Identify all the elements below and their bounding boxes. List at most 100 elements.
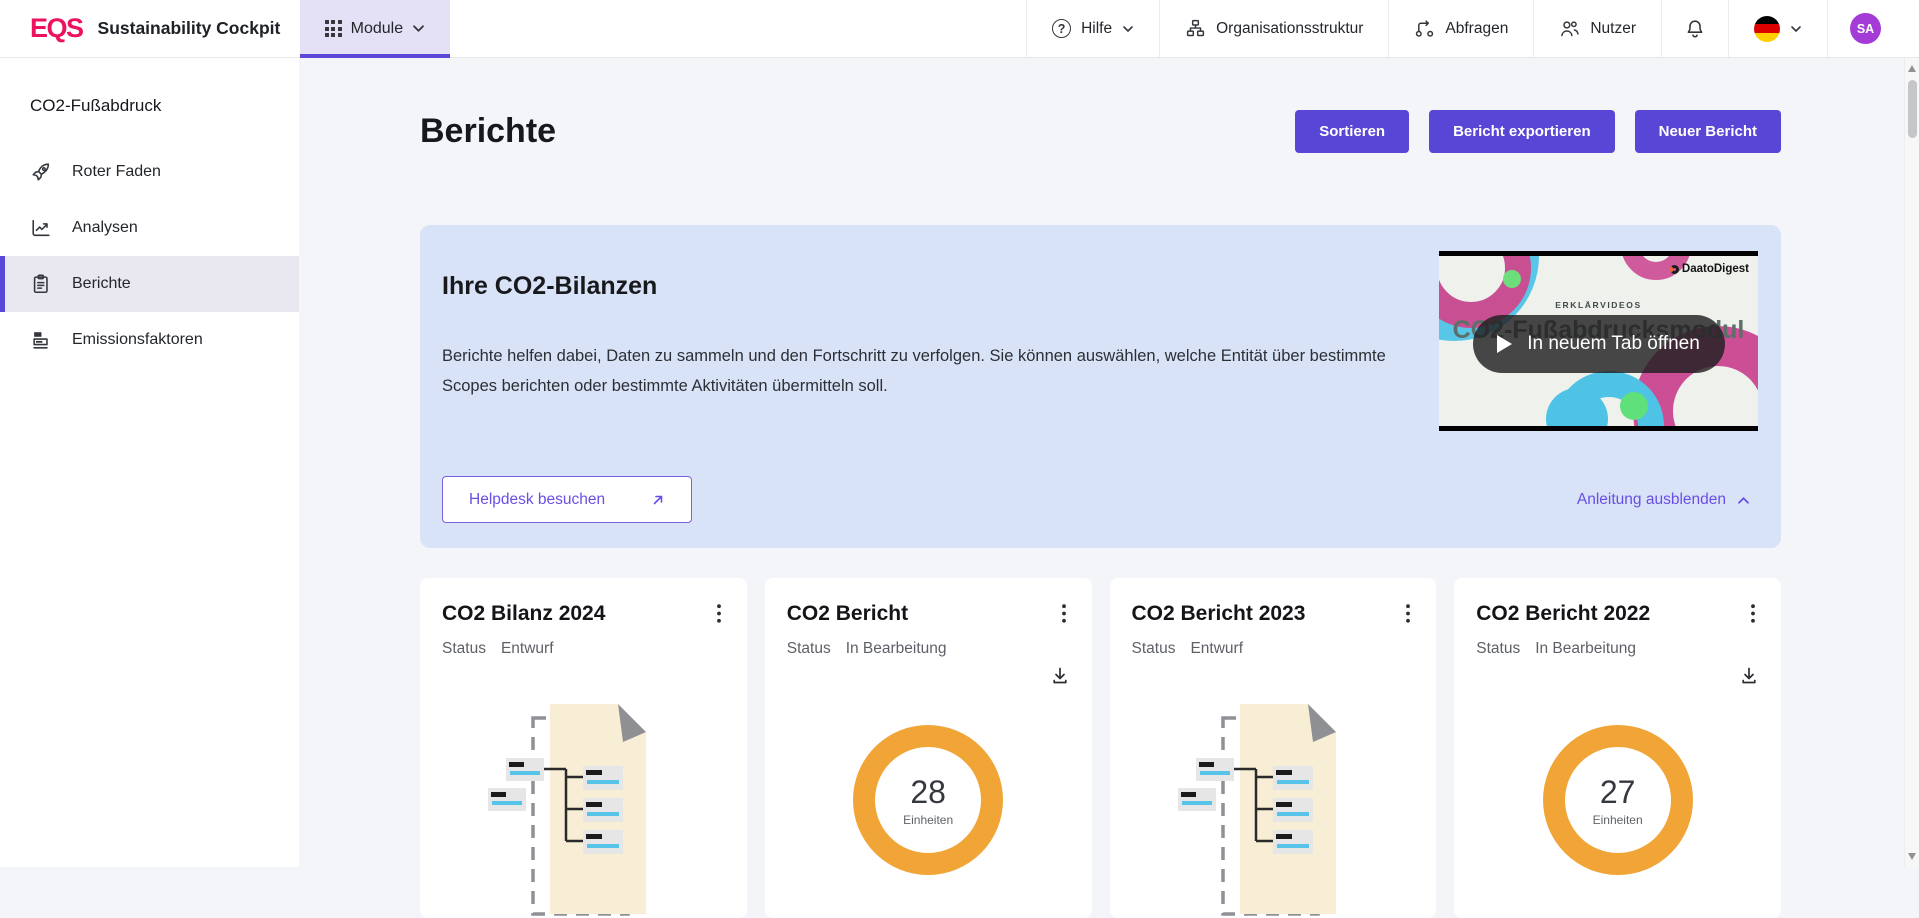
page-actions: Sortieren Bericht exportieren Neuer Beri… bbox=[1295, 110, 1781, 153]
sidebar-item-label: Analysen bbox=[72, 219, 138, 237]
queries-menu[interactable]: Abfragen bbox=[1388, 0, 1533, 57]
scroll-down-arrow[interactable] bbox=[1908, 853, 1916, 860]
kebab-icon bbox=[1751, 604, 1755, 623]
sidebar: CO2-Fußabdruck Roter Faden Analysen Beri… bbox=[0, 58, 299, 867]
document-illustration bbox=[1110, 696, 1437, 918]
new-report-button[interactable]: Neuer Bericht bbox=[1635, 110, 1781, 153]
units-count: 27 bbox=[1600, 774, 1636, 811]
units-count: 28 bbox=[910, 774, 946, 811]
workflow-icon bbox=[1414, 18, 1435, 39]
download-icon bbox=[1739, 666, 1759, 686]
chevron-down-icon bbox=[1790, 25, 1802, 33]
sidebar-section-title: CO2-Fußabdruck bbox=[0, 58, 299, 116]
account-menu[interactable]: SA bbox=[1827, 0, 1903, 57]
external-link-icon bbox=[651, 493, 665, 507]
report-cards: CO2 Bilanz 2024 Status Entwurf bbox=[420, 578, 1781, 918]
units-donut: 28 Einheiten bbox=[840, 712, 1016, 888]
card-menu-button[interactable] bbox=[1058, 602, 1070, 630]
org-chart-icon bbox=[1185, 18, 1206, 39]
chevron-down-icon bbox=[412, 24, 425, 33]
helpdesk-button[interactable]: Helpdesk besuchen bbox=[442, 476, 692, 523]
topbar: EQS Sustainability Cockpit Module ? Hilf… bbox=[0, 0, 1919, 58]
topbar-right: ? Hilfe Organisationsstruktur Abfragen N… bbox=[1026, 0, 1919, 57]
users-menu[interactable]: Nutzer bbox=[1533, 0, 1661, 57]
page-header: Berichte Sortieren Bericht exportieren N… bbox=[420, 110, 1781, 153]
org-structure-label: Organisationsstruktur bbox=[1216, 20, 1363, 38]
sidebar-item-emissionsfaktoren[interactable]: Emissionsfaktoren bbox=[0, 312, 299, 368]
report-card[interactable]: CO2 Bericht 2023 Status Entwurf bbox=[1110, 578, 1437, 918]
scrollbar-thumb[interactable] bbox=[1908, 80, 1917, 138]
download-report-button[interactable] bbox=[1739, 666, 1759, 690]
card-title: CO2 Bericht 2023 bbox=[1132, 602, 1306, 626]
language-selector[interactable] bbox=[1728, 0, 1827, 57]
status-label: Status bbox=[1132, 640, 1176, 658]
help-circle-icon: ? bbox=[1052, 19, 1071, 38]
daato-logo-icon bbox=[1670, 265, 1679, 274]
hide-guide-link[interactable]: Anleitung ausblenden bbox=[1577, 491, 1750, 509]
video-brand-label: DaatoDigest bbox=[1682, 263, 1749, 275]
card-menu-button[interactable] bbox=[1402, 602, 1414, 630]
notifications-button[interactable] bbox=[1661, 0, 1728, 57]
info-banner: Ihre CO2-Bilanzen Berichte helfen dabei,… bbox=[420, 225, 1781, 548]
help-menu[interactable]: ? Hilfe bbox=[1026, 0, 1159, 57]
module-tab[interactable]: Module bbox=[300, 0, 450, 57]
helpdesk-button-label: Helpdesk besuchen bbox=[469, 491, 605, 509]
decor-dot bbox=[1620, 392, 1648, 420]
module-grid-icon bbox=[325, 20, 342, 37]
card-title: CO2 Bericht bbox=[787, 602, 908, 626]
card-menu-button[interactable] bbox=[713, 602, 725, 630]
hide-guide-label: Anleitung ausblenden bbox=[1577, 491, 1726, 509]
status-label: Status bbox=[787, 640, 831, 658]
chevron-down-icon bbox=[1122, 25, 1134, 33]
video-brand: DaatoDigest bbox=[1670, 263, 1749, 275]
emission-factors-icon bbox=[30, 329, 52, 351]
sidebar-item-label: Roter Faden bbox=[72, 163, 161, 181]
avatar: SA bbox=[1850, 13, 1881, 44]
bell-icon bbox=[1684, 18, 1706, 40]
decor-dot bbox=[1503, 270, 1521, 288]
queries-label: Abfragen bbox=[1445, 20, 1508, 38]
status-value: In Bearbeitung bbox=[1535, 640, 1636, 658]
sidebar-item-roter-faden[interactable]: Roter Faden bbox=[0, 144, 299, 200]
status-label: Status bbox=[442, 640, 486, 658]
export-report-button[interactable]: Bericht exportieren bbox=[1429, 110, 1615, 153]
video-artwork: DaatoDigest ERKLÄRVIDEOS CO2-Fußabdrucks… bbox=[1439, 256, 1758, 426]
status-value: Entwurf bbox=[501, 640, 554, 658]
brand: EQS Sustainability Cockpit bbox=[0, 0, 300, 57]
sidebar-item-berichte[interactable]: Berichte bbox=[0, 256, 299, 312]
vertical-scrollbar[interactable] bbox=[1904, 58, 1919, 867]
kebab-icon bbox=[717, 604, 721, 623]
users-label: Nutzer bbox=[1590, 20, 1636, 38]
open-in-new-tab-button[interactable]: In neuem Tab öffnen bbox=[1473, 315, 1725, 373]
download-report-button[interactable] bbox=[1050, 666, 1070, 690]
status-value: Entwurf bbox=[1190, 640, 1243, 658]
sort-button[interactable]: Sortieren bbox=[1295, 110, 1409, 153]
module-tab-label: Module bbox=[351, 20, 403, 38]
play-icon bbox=[1497, 335, 1512, 353]
banner-description: Berichte helfen dabei, Daten zu sammeln … bbox=[442, 341, 1402, 401]
scroll-up-arrow[interactable] bbox=[1908, 65, 1916, 72]
download-icon bbox=[1050, 666, 1070, 686]
page-title: Berichte bbox=[420, 110, 556, 153]
kebab-icon bbox=[1062, 604, 1066, 623]
report-card[interactable]: CO2 Bericht Status In Bearbeitung 28 bbox=[765, 578, 1092, 918]
users-icon bbox=[1559, 18, 1580, 39]
card-title: CO2 Bericht 2022 bbox=[1476, 602, 1650, 626]
explainer-video-thumbnail[interactable]: DaatoDigest ERKLÄRVIDEOS CO2-Fußabdrucks… bbox=[1439, 251, 1758, 431]
rocket-icon bbox=[30, 161, 52, 183]
status-label: Status bbox=[1476, 640, 1520, 658]
app-title: Sustainability Cockpit bbox=[98, 18, 281, 39]
report-card[interactable]: CO2 Bericht 2022 Status In Bearbeitung 2… bbox=[1454, 578, 1781, 918]
main-content: Berichte Sortieren Bericht exportieren N… bbox=[299, 58, 1919, 867]
card-title: CO2 Bilanz 2024 bbox=[442, 602, 605, 626]
org-structure-menu[interactable]: Organisationsstruktur bbox=[1159, 0, 1388, 57]
video-kicker: ERKLÄRVIDEOS bbox=[1439, 300, 1758, 310]
clipboard-icon bbox=[30, 273, 52, 295]
help-label: Hilfe bbox=[1081, 20, 1112, 38]
sidebar-item-analysen[interactable]: Analysen bbox=[0, 200, 299, 256]
german-flag-icon bbox=[1754, 16, 1780, 42]
status-value: In Bearbeitung bbox=[846, 640, 947, 658]
report-card[interactable]: CO2 Bilanz 2024 Status Entwurf bbox=[420, 578, 747, 918]
card-menu-button[interactable] bbox=[1747, 602, 1759, 630]
open-in-new-tab-label: In neuem Tab öffnen bbox=[1527, 333, 1700, 355]
